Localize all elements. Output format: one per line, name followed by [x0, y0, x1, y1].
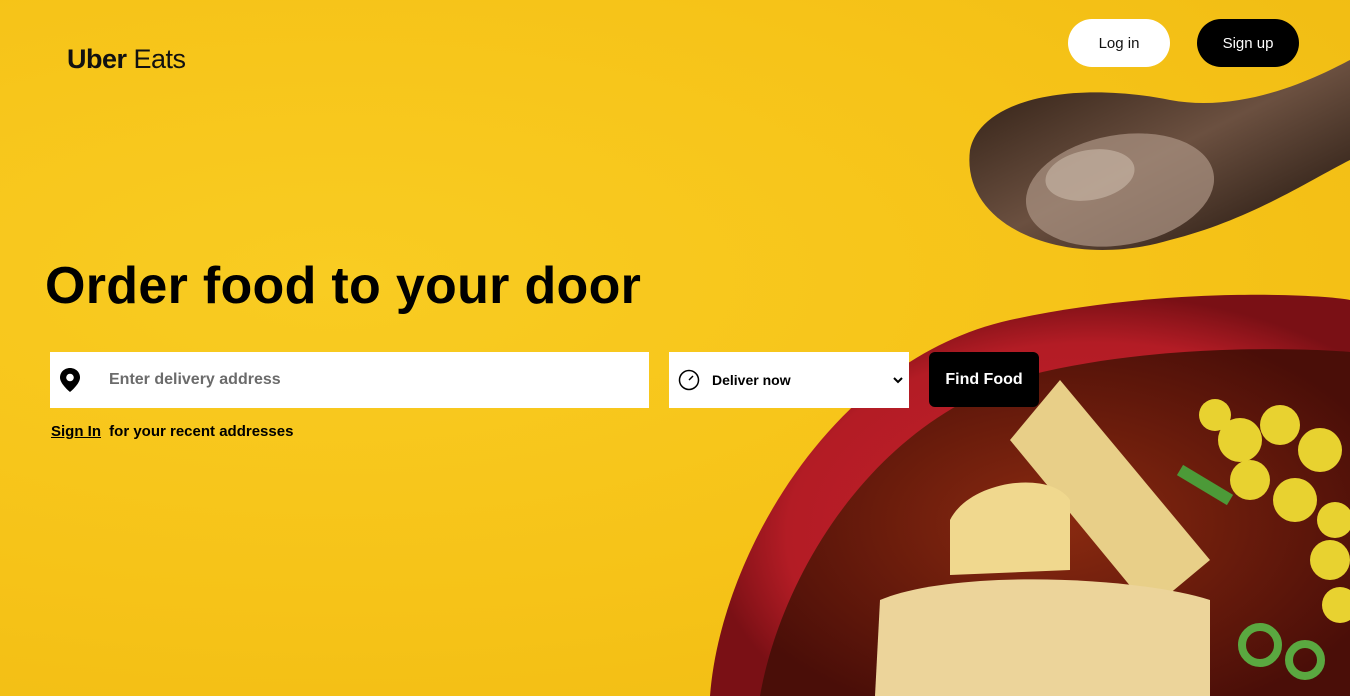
delivery-time-select[interactable]: Deliver now [669, 352, 909, 408]
food-image [710, 60, 1350, 696]
uber-eats-logo[interactable]: Uber Eats [67, 44, 186, 75]
signin-suffix: for your recent addresses [109, 423, 294, 440]
find-food-button[interactable]: Find Food [929, 352, 1039, 407]
signup-button[interactable]: Sign up [1197, 19, 1299, 67]
clock-icon [678, 369, 700, 391]
chevron-down-icon [893, 377, 903, 384]
login-button[interactable]: Log in [1068, 19, 1170, 67]
address-input[interactable] [107, 370, 611, 390]
spoon-image [969, 60, 1350, 250]
logo-uber: Uber [67, 44, 127, 74]
delivery-time-value: Deliver now [712, 372, 791, 388]
signin-link[interactable]: Sign In [51, 423, 101, 440]
page-title: Order food to your door [45, 257, 642, 315]
location-pin-icon [60, 368, 80, 392]
address-field[interactable] [50, 352, 649, 408]
signin-prompt: Sign In for your recent addresses [51, 423, 293, 440]
logo-eats: Eats [126, 44, 187, 74]
